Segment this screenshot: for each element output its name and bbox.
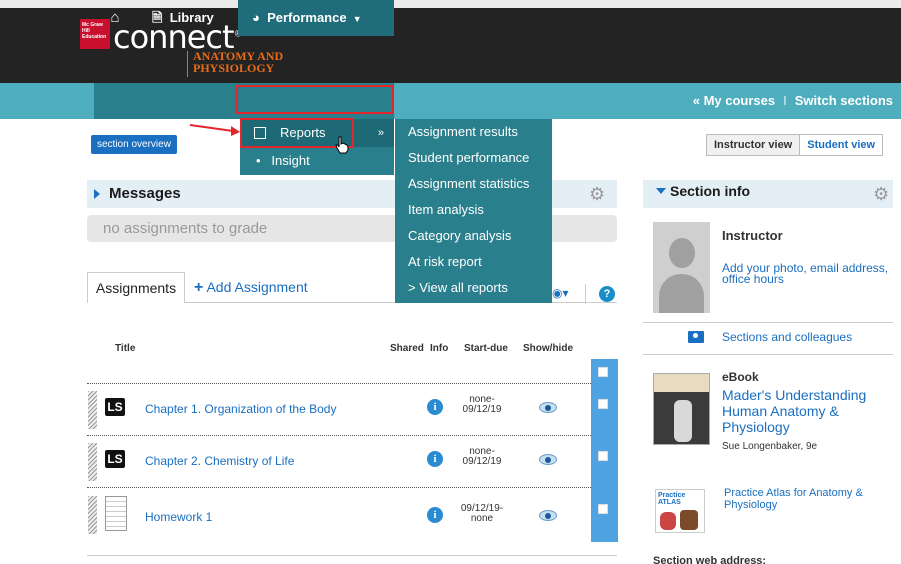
nav-separator: I	[783, 93, 787, 108]
messages-title[interactable]: Messages	[109, 185, 181, 202]
ebook-label: eBook	[722, 370, 759, 384]
submenu-assignment-statistics[interactable]: Assignment statistics	[395, 171, 552, 197]
home-button[interactable]: ⌂	[94, 0, 136, 36]
practice-atlas-image[interactable]: Practice ATLAS	[655, 489, 705, 533]
expand-triangle-icon[interactable]	[94, 189, 100, 199]
library-label: Library	[169, 10, 214, 25]
instructor-view-button[interactable]: Instructor view	[707, 135, 801, 155]
assignment-title-link[interactable]: Chapter 2. Chemistry of Life	[145, 454, 294, 468]
subtitle-divider	[187, 51, 188, 77]
course-subtitle: ANATOMY AND PHYSIOLOGY	[193, 49, 284, 75]
table-row: LS Chapter 2. Chemistry of Life i none- 0…	[87, 437, 617, 487]
eye-icon[interactable]	[539, 402, 557, 413]
eye-icon[interactable]	[539, 454, 557, 465]
instructor-label: Instructor	[722, 228, 783, 243]
row-checkbox[interactable]	[598, 504, 608, 514]
student-view-button[interactable]: Student view	[800, 135, 882, 155]
add-assignment-link[interactable]: + Add Assignment	[194, 279, 308, 297]
performance-highlight-box	[236, 85, 394, 114]
section-web-address-label: Section web address:	[653, 555, 767, 564]
document-icon: 🗎	[152, 10, 163, 25]
gear-icon[interactable]: ⚙	[873, 185, 889, 203]
column-info: Info	[430, 343, 449, 354]
performance-tab[interactable]: ◕ Performance ▼	[238, 0, 394, 36]
start-due-dates: 09/12/19- none	[460, 503, 504, 524]
select-all-checkbox[interactable]	[598, 367, 608, 377]
chevron-down-icon: ▼	[350, 14, 362, 24]
performance-label: Performance	[267, 10, 347, 25]
submenu-category-analysis[interactable]: Category analysis	[395, 223, 552, 249]
divider	[585, 284, 586, 304]
submenu-arrow-icon: »	[377, 127, 384, 139]
practice-atlas-thumb-text: Practice ATLAS	[658, 492, 686, 506]
visibility-dropdown-icon[interactable]: ◉▾	[552, 286, 569, 300]
add-assignment-label: Add Assignment	[206, 279, 308, 295]
plus-icon: +	[194, 279, 204, 296]
drag-handle[interactable]	[88, 496, 97, 534]
info-icon[interactable]: i	[427, 451, 443, 467]
start-due-dates: none- 09/12/19	[462, 394, 502, 415]
contact-card-icon	[688, 331, 704, 343]
collapse-triangle-icon[interactable]	[656, 188, 666, 194]
sections-colleagues-link[interactable]: Sections and colleagues	[722, 330, 852, 344]
column-shared: Shared	[390, 343, 424, 354]
table-bottom-border	[87, 555, 617, 556]
pie-chart-icon: ◕	[252, 10, 260, 25]
section-info-title[interactable]: Section info	[670, 183, 750, 199]
insight-label: Insight	[271, 153, 310, 168]
drag-handle[interactable]	[88, 391, 97, 429]
info-icon[interactable]: i	[427, 399, 443, 415]
row-checkbox[interactable]	[598, 451, 608, 461]
gear-icon[interactable]: ⚙	[589, 185, 605, 203]
submenu-student-performance[interactable]: Student performance	[395, 145, 552, 171]
row-divider	[87, 487, 591, 488]
practice-atlas-link[interactable]: Practice Atlas for Anatomy & Physiology	[724, 487, 884, 511]
reports-submenu: Assignment results Student performance A…	[395, 119, 552, 303]
avatar[interactable]	[653, 222, 710, 313]
library-tab[interactable]: 🗎 Library	[152, 0, 214, 36]
learnsmart-icon: LS	[105, 398, 125, 416]
home-icon: ⌂	[110, 9, 120, 26]
bullet-icon: •	[256, 153, 261, 168]
column-title[interactable]: Title	[115, 343, 135, 354]
menu-item-insight[interactable]: • Insight	[240, 147, 394, 175]
column-show-hide: Show/hide	[523, 343, 573, 354]
submenu-view-all-reports[interactable]: > View all reports	[395, 275, 552, 301]
row-divider	[87, 383, 591, 384]
divider	[643, 322, 893, 323]
assignment-title-link[interactable]: Chapter 1. Organization of the Body	[145, 402, 336, 416]
row-divider	[87, 435, 591, 436]
table-row: LS Chapter 1. Organization of the Body i…	[87, 385, 617, 435]
info-icon[interactable]: i	[427, 507, 443, 523]
nav-right: « My courses I Switch sections	[693, 83, 893, 119]
row-checkbox[interactable]	[598, 399, 608, 409]
view-toggle: Instructor view Student view	[706, 134, 884, 156]
add-photo-link[interactable]: Add your photo, email address, office ho…	[722, 262, 894, 285]
submenu-at-risk-report[interactable]: At risk report	[395, 249, 552, 275]
notebook-icon	[105, 496, 127, 531]
switch-sections-link[interactable]: Switch sections	[795, 93, 893, 108]
drag-handle[interactable]	[88, 443, 97, 481]
learnsmart-icon: LS	[105, 450, 125, 468]
annotation-arrow-icon	[189, 124, 240, 136]
table-row: Homework 1 i 09/12/19- none	[87, 490, 617, 540]
eye-icon[interactable]	[539, 510, 557, 521]
main-nav: « My courses I Switch sections	[0, 83, 901, 119]
ebook-title-link[interactable]: Mader's Understanding Human Anatomy & Ph…	[722, 387, 892, 435]
section-overview-button[interactable]: section overview	[91, 135, 177, 154]
start-due-dates: none- 09/12/19	[462, 446, 502, 467]
submenu-assignment-results[interactable]: Assignment results	[395, 119, 552, 145]
hand-cursor-icon	[335, 136, 349, 154]
ebook-cover-image[interactable]	[653, 373, 710, 445]
ebook-author: Sue Longenbaker, 9e	[722, 441, 818, 452]
submenu-item-analysis[interactable]: Item analysis	[395, 197, 552, 223]
assignment-title-link[interactable]: Homework 1	[145, 510, 212, 524]
divider	[643, 354, 893, 355]
tab-assignments[interactable]: Assignments	[87, 272, 185, 303]
help-icon[interactable]: ?	[599, 286, 615, 302]
my-courses-link[interactable]: « My courses	[693, 93, 775, 108]
column-start-due[interactable]: Start-due	[464, 343, 508, 354]
